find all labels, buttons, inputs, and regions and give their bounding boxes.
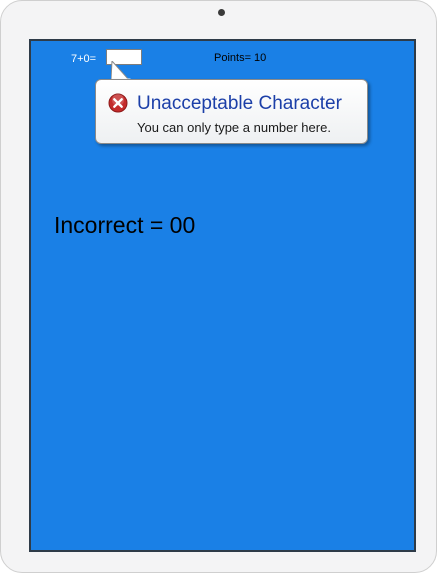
error-icon bbox=[108, 93, 128, 113]
equation-label: 7+0= bbox=[71, 53, 97, 65]
tablet-frame: 7+0= Points= 10 Incorrect = 00 Unaccepta… bbox=[0, 0, 437, 573]
points-label: Points= 10 bbox=[214, 52, 267, 64]
tooltip-message: You can only type a number here. bbox=[137, 120, 331, 135]
tooltip-pointer bbox=[111, 61, 131, 81]
incorrect-count-label: Incorrect = 00 bbox=[54, 212, 196, 238]
camera-dot bbox=[218, 9, 225, 16]
tooltip-title: Unacceptable Character bbox=[137, 93, 342, 114]
validation-tooltip: Unacceptable Character You can only type… bbox=[95, 79, 368, 144]
